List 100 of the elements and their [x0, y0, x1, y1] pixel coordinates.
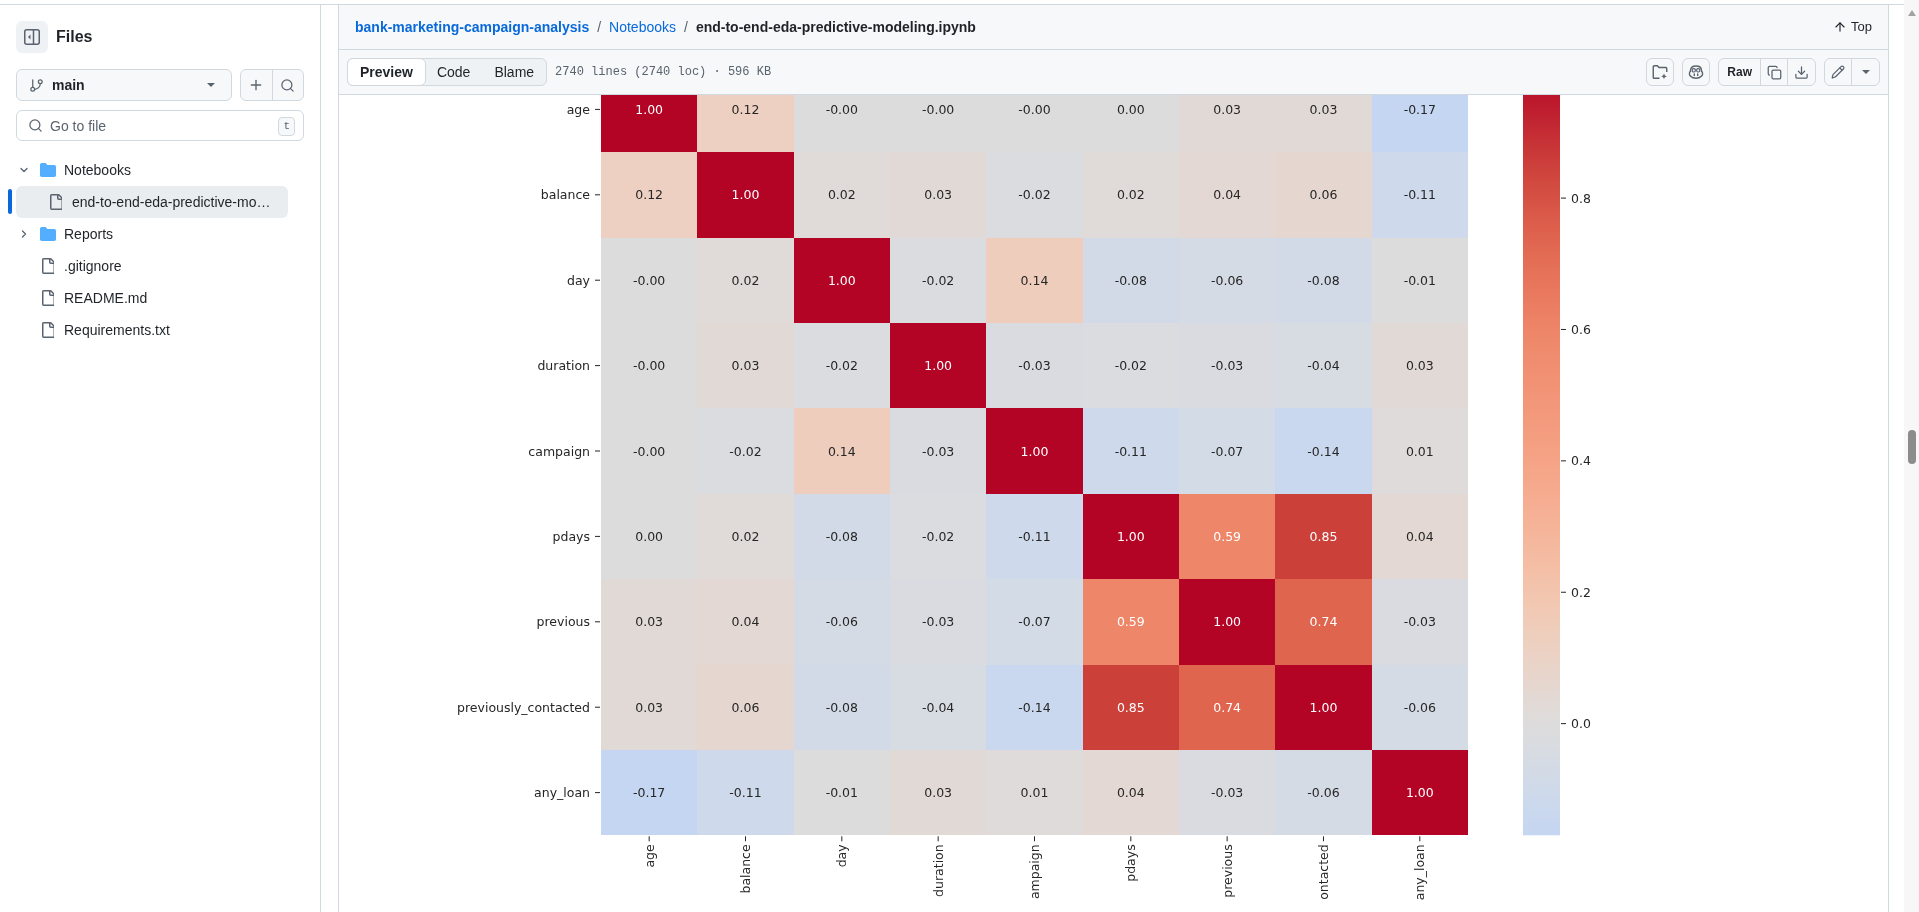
- repository-link[interactable]: bank-marketing-campaign-analysis: [355, 17, 590, 37]
- heatmap-cell: 0.03: [601, 579, 698, 665]
- folder-icon: [40, 227, 56, 241]
- heatmap-cell: -0.00: [601, 237, 698, 323]
- heatmap-cell: -0.03: [1371, 579, 1469, 665]
- view-tab[interactable]: Blame: [482, 59, 547, 85]
- row-label: day: [567, 272, 590, 288]
- branch-selector[interactable]: main: [16, 69, 232, 101]
- heatmap-cell: 0.02: [697, 493, 795, 580]
- heatmap-cell: 0.14: [793, 408, 891, 494]
- heatmap-cell: -0.07: [986, 579, 1084, 665]
- folder-item[interactable]: Notebooks: [16, 154, 288, 186]
- tick-mark: [595, 279, 600, 281]
- scrollbar-thumb[interactable]: [1907, 430, 1916, 464]
- heatmap-cell: 0.12: [697, 95, 795, 153]
- heatmap-cell: 0.59: [1082, 579, 1180, 665]
- column-label: previous: [1219, 844, 1235, 898]
- colorbar-label: 0.0: [1571, 716, 1591, 732]
- heatmap-cell: 0.01: [986, 749, 1084, 836]
- heatmap-cell: -0.03: [986, 322, 1084, 409]
- folder-link[interactable]: Notebooks: [609, 17, 676, 37]
- view-tab[interactable]: Code: [424, 59, 483, 85]
- heatmap-cell: 1.00: [890, 322, 987, 409]
- heatmap-cell: 1.00: [793, 237, 891, 323]
- heatmap-cell: -0.08: [1082, 237, 1180, 323]
- heatmap-cell: 0.85: [1275, 493, 1373, 580]
- heatmap-cell: -0.00: [601, 408, 698, 494]
- heatmap-cell: -0.14: [986, 664, 1084, 750]
- caret-down-icon: [1861, 70, 1870, 74]
- tick-mark: [595, 108, 600, 110]
- heatmap-cell: -0.02: [1082, 322, 1180, 409]
- heatmap-cell: -0.01: [1371, 237, 1469, 323]
- file-item[interactable]: Requirements.txt: [16, 314, 288, 346]
- column-label: pdays: [1123, 844, 1139, 882]
- heatmap-cell: 0.74: [1275, 579, 1373, 665]
- heatmap-cell: -0.06: [793, 579, 891, 665]
- back-to-top-link[interactable]: Top: [1833, 17, 1872, 37]
- heatmap-cell: -0.03: [890, 579, 987, 665]
- tick-mark: [1323, 836, 1324, 842]
- file-item[interactable]: .gitignore: [16, 250, 288, 282]
- heatmap-cell: 0.01: [1371, 408, 1469, 494]
- heatmap-cell: -0.03: [1179, 322, 1276, 409]
- colorbar-label: 0.2: [1571, 584, 1591, 600]
- heatmap-cell: -0.04: [1275, 322, 1373, 409]
- folder-button[interactable]: [1646, 58, 1675, 86]
- selection-indicator: [8, 189, 12, 214]
- arrow-up-icon: [1833, 20, 1848, 34]
- heatmap-cell: 0.14: [986, 237, 1084, 323]
- heatmap-cell: -0.07: [1179, 408, 1276, 494]
- folder-item[interactable]: Reports: [16, 218, 288, 250]
- heatmap-cell: -0.11: [697, 749, 795, 836]
- tick-mark: [745, 836, 746, 842]
- heatmap-cell: -0.00: [601, 322, 698, 409]
- heatmap-cell: -0.11: [986, 493, 1084, 580]
- tick-mark: [595, 792, 600, 794]
- heatmap-cell: -0.17: [1371, 95, 1469, 153]
- tick-mark: [1561, 197, 1566, 199]
- row-label: campaign: [528, 443, 590, 459]
- heatmap-cell: 0.00: [1082, 95, 1180, 153]
- sidebar-toggle-button[interactable]: [16, 21, 48, 53]
- heatmap-cell: 0.85: [1082, 664, 1180, 750]
- heatmap-cell: 0.03: [890, 152, 987, 238]
- heatmap-cell: 0.74: [1179, 664, 1276, 750]
- heatmap-cell: -0.17: [601, 749, 698, 836]
- bot-button[interactable]: [1682, 58, 1711, 86]
- heatmap-cell: 0.06: [697, 664, 795, 750]
- heatmap-cell: 0.03: [1275, 95, 1373, 153]
- caret-down-icon: [207, 83, 215, 87]
- tick-mark: [1561, 591, 1566, 593]
- search-icon: [28, 118, 43, 133]
- heatmap-cell: -0.11: [1371, 152, 1469, 238]
- heatmap-cell: -0.06: [1371, 664, 1469, 750]
- raw-button[interactable]: Raw: [1719, 59, 1761, 85]
- colorbar-label: 0.8: [1571, 190, 1591, 206]
- heatmap-cell: 0.04: [1179, 152, 1276, 238]
- heatmap-cell: 0.59: [1179, 493, 1276, 580]
- tick-mark: [1034, 836, 1035, 842]
- shortcut-key: t: [278, 117, 295, 136]
- heatmap-cell: -0.02: [890, 237, 987, 323]
- folder-icon: [40, 163, 56, 177]
- view-tab[interactable]: Preview: [347, 58, 426, 86]
- breadcrumb-separator: /: [684, 18, 688, 37]
- heatmap-cell: -0.02: [986, 152, 1084, 238]
- tick-mark: [595, 450, 600, 452]
- row-label: balance: [540, 187, 590, 203]
- heatmap-cell: -0.02: [793, 322, 891, 409]
- heatmap-cell: 0.04: [697, 579, 795, 665]
- heatmap-cell: 0.04: [1082, 749, 1180, 836]
- column-label: day: [834, 844, 850, 868]
- file-item[interactable]: README.md: [16, 282, 288, 314]
- heatmap-cell: 1.00: [1275, 664, 1373, 750]
- heatmap-cell: 0.02: [793, 152, 891, 238]
- file-icon: [42, 290, 54, 306]
- scroll-up-icon[interactable]: [1907, 10, 1916, 16]
- column-label: balance: [738, 844, 753, 894]
- heatmap-cell: -0.08: [793, 664, 891, 750]
- heatmap-cell: -0.14: [1275, 408, 1373, 494]
- row-label: duration: [537, 358, 590, 374]
- tick-mark: [841, 836, 843, 842]
- scrollbar-track[interactable]: [1904, 0, 1919, 912]
